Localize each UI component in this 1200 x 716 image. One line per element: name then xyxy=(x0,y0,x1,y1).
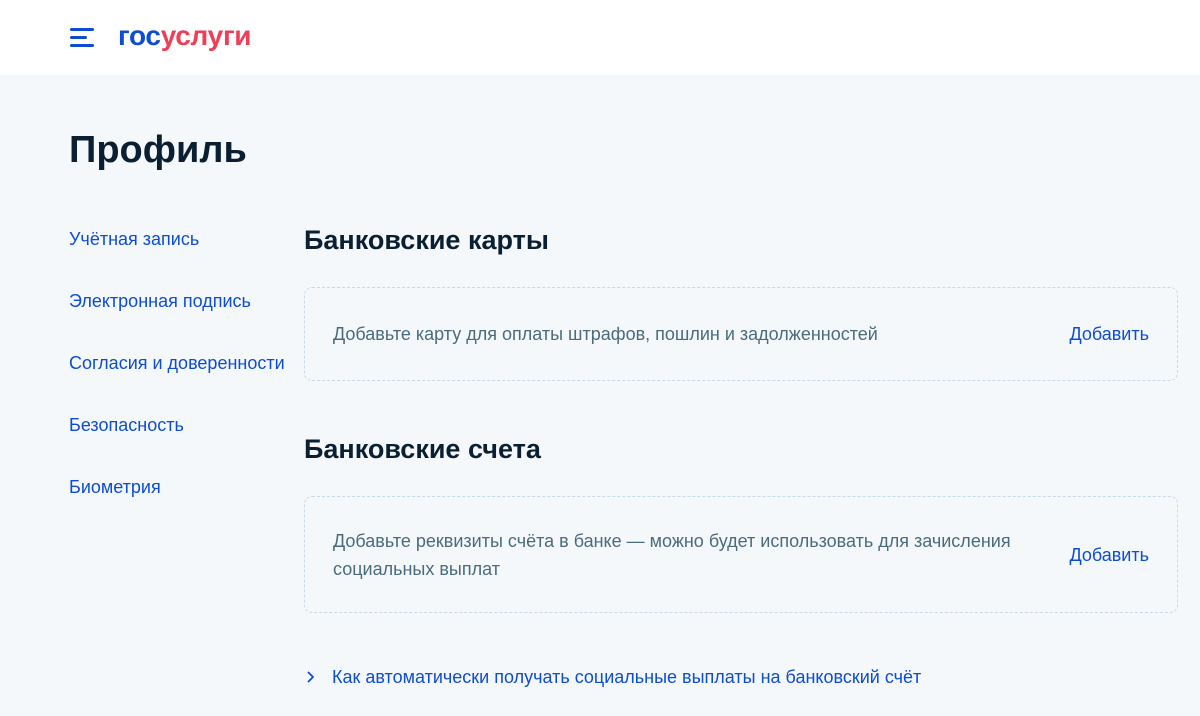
bank-accounts-description: Добавьте реквизиты счёта в банке — можно… xyxy=(333,531,1011,579)
add-bank-card-link[interactable]: Добавить xyxy=(1069,320,1149,348)
burger-line xyxy=(70,44,94,47)
social-payments-info-label: Как автоматически получать социальные вы… xyxy=(332,667,922,687)
sidebar-item-consents-and-powers-of-attorney[interactable]: Согласия и доверенности xyxy=(69,350,299,376)
chevron-right-icon xyxy=(307,671,314,683)
sidebar-item-security[interactable]: Безопасность xyxy=(69,412,299,438)
social-payments-info-link[interactable]: Как автоматически получать социальные вы… xyxy=(304,663,921,691)
burger-line xyxy=(70,28,94,31)
bank-accounts-heading: Банковские счета xyxy=(304,434,541,464)
sidebar-item-biometrics[interactable]: Биометрия xyxy=(69,474,299,500)
bank-cards-heading: Банковские карты xyxy=(304,225,549,255)
bank-cards-description: Добавьте карту для оплаты штрафов, пошли… xyxy=(333,324,878,344)
logo-part-gos: гос xyxy=(118,20,161,51)
add-bank-account-link[interactable]: Добавить xyxy=(1069,541,1149,569)
bank-cards-panel: Добавьте карту для оплаты штрафов, пошли… xyxy=(304,287,1178,381)
top-header: госуслуги xyxy=(0,0,1200,75)
page-title: Профиль xyxy=(69,129,247,171)
sidebar-item-account[interactable]: Учётная запись xyxy=(69,226,299,252)
profile-sidebar-nav: Учётная запись Электронная подпись Согла… xyxy=(69,226,299,500)
burger-line xyxy=(70,36,87,39)
logo-part-uslugi: услуги xyxy=(160,20,252,51)
burger-menu-icon[interactable] xyxy=(70,28,96,48)
bank-accounts-panel: Добавьте реквизиты счёта в банке — можно… xyxy=(304,496,1178,613)
sidebar-item-electronic-signature[interactable]: Электронная подпись xyxy=(69,288,299,314)
gosuslugi-logo[interactable]: госуслуги xyxy=(118,18,252,54)
